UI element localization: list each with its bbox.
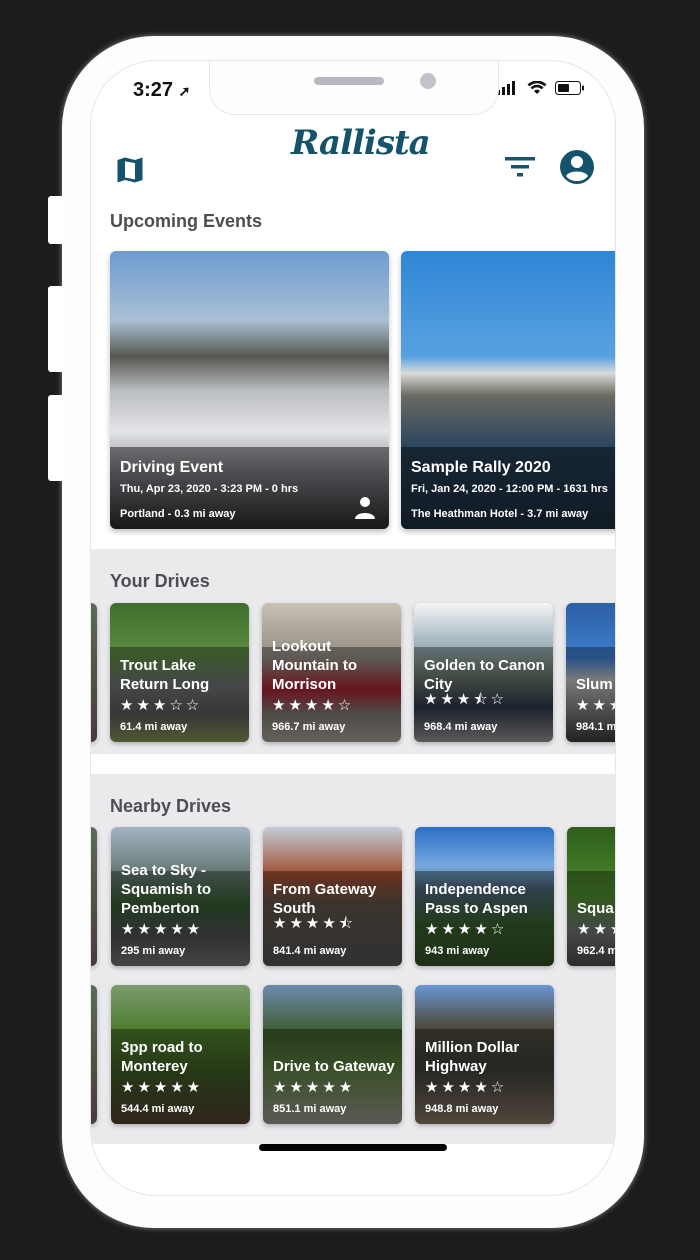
event-location: Portland - 0.3 mi away [120,508,236,520]
star-rating: ★★★★★ [121,1079,204,1096]
star-rating: ★★★★⯪ [273,915,356,932]
nearby-drives-heading: Nearby Drives [110,796,232,816]
drive-card[interactable]: Slum ★★★☆☆ 984.1 mi away [566,603,616,742]
drive-card[interactable]: Independence Pass to Aspen ★★★★☆ 943 mi aw… [415,827,554,966]
map-button[interactable] [115,155,145,190]
event-card[interactable]: Driving Event Thu, Apr 23, 2020 - 3:23 P… [110,251,389,529]
star-rating: ★★★★☆ [272,697,355,714]
app-header: Rallista [91,121,615,201]
drive-card[interactable]: Million Dollar Highway ★★★★☆ 948.8 mi away [415,985,554,1124]
status-time: 3:27 ➚ [133,79,191,101]
drive-name: Sea to Sky - Squamish to Pemberton [121,862,212,917]
front-camera [420,73,436,89]
drive-name: Drive to Gateway [273,1058,395,1075]
star-rating: ★★★☆☆ [577,921,615,938]
upcoming-events-heading: Upcoming Events [110,211,263,231]
signal-icon [497,81,515,95]
your-drives-heading: Your Drives [110,571,210,591]
event-card[interactable]: Sample Rally 2020 Fri, Jan 24, 2020 - 12… [401,251,615,529]
star-rating: ★★★★☆ [425,921,508,938]
drive-card-peek[interactable] [91,603,97,742]
drive-distance: 851.1 mi away [273,1103,347,1115]
drive-distance: 968.4 mi away [424,721,498,733]
drive-card[interactable]: Trout Lake Return Long ★★★☆☆ 61.4 mi away [110,603,249,742]
star-rating: ★★★★★ [121,921,204,938]
event-title: Sample Rally 2020 [411,459,551,476]
drive-distance: 544.4 mi away [121,1103,195,1115]
location-arrow-icon: ➚ [178,83,191,99]
notch [209,61,499,115]
drive-distance: 984.1 mi away [576,721,616,733]
drive-card[interactable]: From Gateway South ★★★★⯪ 841.4 mi away [263,827,402,966]
battery-icon [555,81,584,95]
star-rating: ★★★☆☆ [120,697,203,714]
drive-card-peek[interactable] [91,985,97,1124]
drive-card-peek[interactable] [91,827,97,966]
drive-name: 3pp road to Monterey [121,1039,203,1075]
drive-card[interactable]: Squa ★★★☆☆ 962.4 mi away [567,827,615,966]
event-location: The Heathman Hotel - 3.7 mi away [411,508,589,520]
drive-distance: 295 mi away [121,945,186,957]
filter-icon [505,157,535,177]
drive-distance: 962.4 mi away [577,945,615,957]
drive-card[interactable]: Golden to Canon City ★★★⯪☆ 968.4 mi away [414,603,553,742]
drive-name: Slum [576,676,613,693]
filter-button[interactable] [505,157,535,184]
star-rating: ★★★⯪☆ [424,691,507,708]
map-icon [117,157,143,183]
profile-button[interactable] [559,149,595,190]
star-rating: ★★★★★ [273,1079,356,1096]
event-title: Driving Event [120,459,224,476]
app-logo: Rallista [291,123,431,163]
speaker [314,77,384,85]
app-screen: 3:27 ➚ Rallista Upcoming Events Driving … [90,60,616,1196]
drive-card[interactable]: Lookout Mountain to Morrison ★★★★☆ 966.7 m… [262,603,401,742]
person-icon [355,497,375,519]
drive-name: Million Dollar Highway [425,1039,520,1075]
drive-distance: 966.7 mi away [272,721,346,733]
star-rating: ★★★☆☆ [576,697,615,714]
drive-distance: 943 mi away [425,945,490,957]
drive-name: Squa [577,900,614,917]
home-indicator[interactable] [259,1144,447,1151]
event-datetime: Fri, Jan 24, 2020 - 12:00 PM - 1631 hrs [411,483,608,495]
wifi-icon [527,81,547,94]
status-icons [497,81,585,95]
drive-card[interactable]: Sea to Sky - Squamish to Pemberton ★★★★★ 2… [111,827,250,966]
drive-distance: 61.4 mi away [120,721,188,733]
drive-name: Independence Pass to Aspen [425,881,528,917]
drive-card[interactable]: Drive to Gateway ★★★★★ 851.1 mi away [263,985,402,1124]
drive-card[interactable]: 3pp road to Monterey ★★★★★ 544.4 mi away [111,985,250,1124]
drive-distance: 841.4 mi away [273,945,347,957]
star-rating: ★★★★☆ [425,1079,508,1096]
drive-name: Trout Lake Return Long [120,657,210,693]
account-circle-icon [560,150,594,184]
event-datetime: Thu, Apr 23, 2020 - 3:23 PM - 0 hrs [120,483,299,495]
drive-distance: 948.8 mi away [425,1103,499,1115]
drive-name: Lookout Mountain to Morrison [272,638,357,693]
